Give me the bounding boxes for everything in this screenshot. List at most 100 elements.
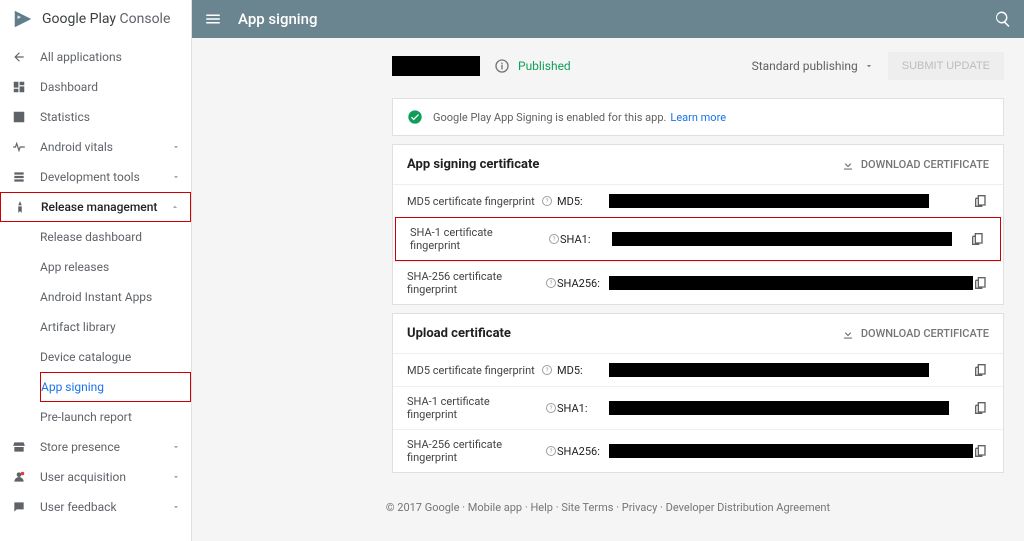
upload-md5-row: MD5 certificate fingerprint? MD5: [393, 353, 1003, 386]
nav-label: Artifact library [40, 320, 116, 334]
copy-icon[interactable] [973, 400, 989, 416]
nav-development-tools[interactable]: Development tools [0, 162, 191, 192]
submit-update-button: SUBMIT UPDATE [888, 52, 1004, 80]
footer-copyright: © 2017 Google [386, 501, 460, 514]
nav-label: App signing [41, 380, 104, 394]
brand[interactable]: Google Play Console [0, 0, 191, 38]
search-icon[interactable] [994, 10, 1012, 28]
play-console-logo-icon [12, 8, 34, 30]
footer-link[interactable]: Site Terms [561, 501, 613, 514]
chevron-down-icon [171, 442, 181, 452]
nav-label: User acquisition [40, 470, 126, 484]
release-icon [11, 200, 29, 214]
brand-text: Google Play Console [42, 11, 170, 27]
upload-cert-title: Upload certificate [407, 326, 511, 341]
nav-dashboard[interactable]: Dashboard [0, 72, 191, 102]
cert-label: MD5 certificate fingerprint [407, 364, 535, 377]
cert-value-redacted [609, 444, 973, 458]
download-signing-cert[interactable]: DOWNLOAD CERTIFICATE [841, 158, 989, 172]
help-icon[interactable]: ? [545, 445, 557, 457]
nav-label: Dashboard [40, 80, 98, 94]
tools-icon [10, 170, 28, 184]
nav-label: Android vitals [40, 140, 113, 154]
dashboard-icon [10, 80, 28, 94]
copy-icon[interactable] [973, 193, 989, 209]
cert-value-redacted [609, 276, 973, 290]
topbar: App signing [192, 0, 1024, 38]
cert-value-redacted [612, 232, 952, 246]
cert-value-redacted [609, 194, 929, 208]
publishing-mode-dropdown[interactable]: Standard publishing [752, 59, 874, 73]
nav-store-presence[interactable]: Store presence [0, 432, 191, 462]
copy-icon[interactable] [973, 362, 989, 378]
download-icon [841, 158, 855, 172]
svg-text:?: ? [550, 280, 553, 287]
nav-label: All applications [40, 50, 122, 64]
svg-text:?: ? [553, 236, 556, 243]
footer-link[interactable]: Mobile app [468, 501, 522, 514]
footer-link[interactable]: Developer Distribution Agreement [666, 501, 830, 514]
nav-prelaunch-report[interactable]: Pre-launch report [40, 402, 191, 432]
svg-text:?: ? [550, 405, 553, 412]
help-icon[interactable]: ? [545, 277, 557, 289]
copy-icon[interactable] [973, 275, 989, 291]
download-label: DOWNLOAD CERTIFICATE [861, 158, 989, 171]
nav-app-signing[interactable]: App signing [40, 372, 191, 402]
cert-value-redacted [609, 363, 929, 377]
chevron-up-icon [170, 202, 180, 212]
footer-link[interactable]: Help [530, 501, 553, 514]
publish-status: Published [518, 59, 571, 73]
help-icon[interactable]: ? [548, 233, 560, 245]
copy-icon[interactable] [973, 443, 989, 459]
footer-link[interactable]: Privacy [622, 501, 658, 514]
download-upload-cert[interactable]: DOWNLOAD CERTIFICATE [841, 327, 989, 341]
cert-label: SHA-256 certificate fingerprint [407, 438, 539, 464]
nav-release-management[interactable]: Release management [0, 192, 191, 222]
nav-label: Store presence [40, 440, 120, 454]
hamburger-icon[interactable] [204, 10, 222, 28]
nav-label: Release management [41, 200, 157, 214]
nav-user-feedback[interactable]: User feedback [0, 492, 191, 522]
dropdown-arrow-icon [864, 61, 874, 71]
nav-artifact-library[interactable]: Artifact library [40, 312, 191, 342]
learn-more-link[interactable]: Learn more [670, 111, 726, 124]
nav-statistics[interactable]: Statistics [0, 102, 191, 132]
nav-device-catalogue[interactable]: Device catalogue [40, 342, 191, 372]
nav-instant-apps[interactable]: Android Instant Apps [40, 282, 191, 312]
chevron-down-icon [171, 472, 181, 482]
footer: © 2017 Google · Mobile app · Help · Site… [192, 481, 1024, 514]
help-icon[interactable]: ? [541, 195, 553, 207]
help-icon[interactable]: ? [545, 402, 557, 414]
nav-release-dashboard[interactable]: Release dashboard [40, 222, 191, 252]
nav-label: Statistics [40, 110, 90, 124]
chevron-down-icon [171, 172, 181, 182]
copy-icon[interactable] [970, 231, 986, 247]
nav-label: Pre-launch report [40, 410, 132, 424]
store-icon [10, 440, 28, 454]
download-label: DOWNLOAD CERTIFICATE [861, 327, 989, 340]
cert-label: SHA-1 certificate fingerprint [410, 226, 542, 252]
nav-app-releases[interactable]: App releases [40, 252, 191, 282]
app-signing-cert-card: App signing certificate DOWNLOAD CERTIFI… [392, 144, 1004, 305]
cert-prefix: MD5: [557, 195, 609, 208]
cert-prefix: MD5: [557, 364, 609, 377]
help-icon[interactable]: ? [541, 364, 553, 376]
checkmark-icon [407, 109, 423, 125]
signing-sha256-row: SHA-256 certificate fingerprint? SHA256: [393, 261, 1003, 304]
nav-android-vitals[interactable]: Android vitals [0, 132, 191, 162]
app-header: Published Standard publishing SUBMIT UPD… [192, 38, 1024, 90]
nav-label: App releases [40, 260, 109, 274]
statistics-icon [10, 110, 28, 124]
upload-cert-card: Upload certificate DOWNLOAD CERTIFICATE … [392, 313, 1004, 473]
nav-label: User feedback [40, 500, 117, 514]
nav-label: Android Instant Apps [40, 290, 152, 304]
chevron-down-icon [171, 502, 181, 512]
nav-label: Development tools [40, 170, 140, 184]
page-title: App signing [238, 10, 317, 28]
cert-prefix: SHA256: [557, 445, 609, 458]
nav-all-applications[interactable]: All applications [0, 42, 191, 72]
info-icon[interactable] [494, 58, 510, 74]
back-arrow-icon [10, 50, 28, 64]
feedback-icon [10, 500, 28, 514]
nav-user-acquisition[interactable]: User acquisition [0, 462, 191, 492]
